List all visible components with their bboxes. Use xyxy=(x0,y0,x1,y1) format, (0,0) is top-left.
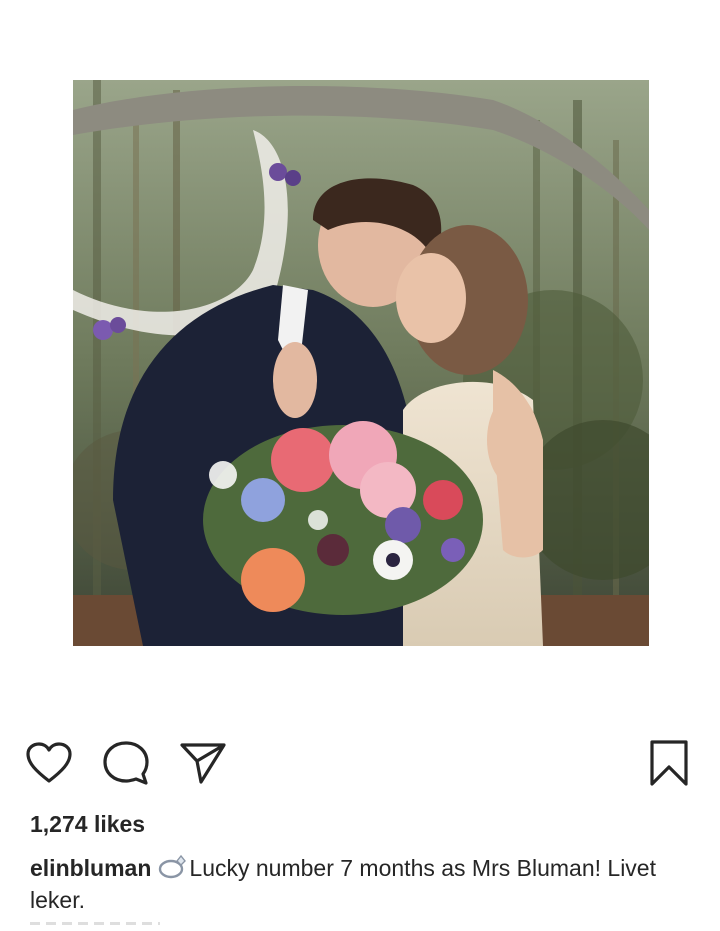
cut-off-text-line xyxy=(30,922,160,925)
bookmark-icon[interactable] xyxy=(644,736,694,790)
wedding-photo-illustration xyxy=(73,80,649,646)
post-action-bar xyxy=(0,736,720,792)
post-caption: elinbluman Lucky number 7 months as Mrs B… xyxy=(30,853,690,915)
caption-username[interactable]: elinbluman xyxy=(30,855,151,881)
ring-icon xyxy=(157,853,187,886)
paper-plane-icon[interactable] xyxy=(178,736,228,790)
comment-bubble-icon[interactable] xyxy=(101,736,151,790)
likes-count[interactable]: 1,274 likes xyxy=(30,811,145,838)
post-photo[interactable] xyxy=(73,80,649,646)
heart-icon[interactable] xyxy=(24,736,74,790)
